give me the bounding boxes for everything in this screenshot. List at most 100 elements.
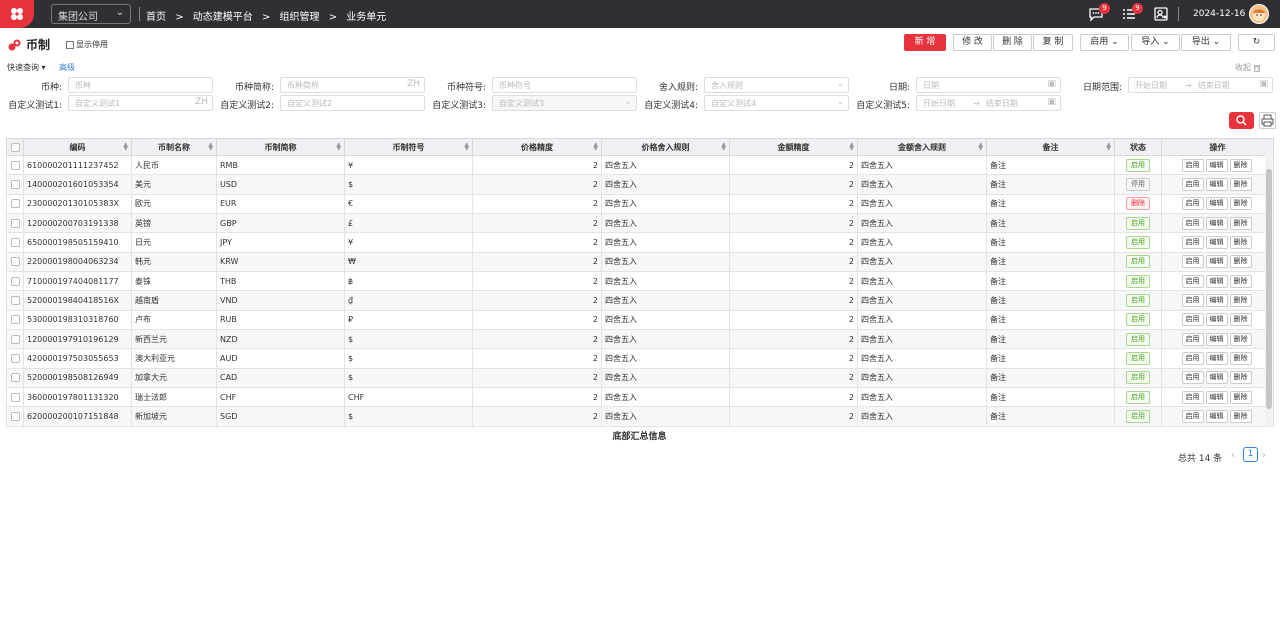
- row-delete-button[interactable]: 删除: [1229, 274, 1252, 288]
- table-row[interactable]: 140000201601053354 美元 USD $2 四舍五入 2 四舍五入 备注 停用 启用…: [6, 174, 1274, 195]
- custom5-date-range[interactable]: 开始日期 → 结束日期 ▣: [916, 95, 1061, 111]
- sort-icon[interactable]: ▲ ▼: [1106, 142, 1111, 152]
- row-select-cell[interactable]: [6, 251, 24, 273]
- custom3-select[interactable]: 自定义测试3 ⌄: [492, 95, 637, 111]
- table-row[interactable]: 610000201111237452 人民币 RMB ¥2 四舍五入 2 四舍五入 备注 启用启…: [6, 154, 1274, 176]
- date-range-picker[interactable]: 开始日期 → 结束日期 ▣: [1128, 77, 1273, 93]
- sort-icon[interactable]: ▲ ▼: [464, 142, 469, 152]
- col-code[interactable]: 编码 ▲ ▼: [23, 138, 132, 156]
- table-row[interactable]: 420000197503055653 澳大利亚元 AUD $2 四舍五入 2 四舍五入 备注启…: [6, 348, 1274, 369]
- breadcrumb-platform[interactable]: 动态建模平台: [193, 12, 253, 23]
- row-enable-button[interactable]: 启用: [1181, 390, 1204, 404]
- row-edit-button[interactable]: 编辑: [1205, 371, 1228, 385]
- row-delete-button[interactable]: 删除: [1229, 390, 1252, 404]
- col-price-round[interactable]: 价格舍入规则 ▲ ▼: [601, 138, 730, 156]
- row-checkbox[interactable]: [10, 257, 20, 267]
- next-page-icon[interactable]: ›: [1262, 450, 1266, 461]
- row-delete-button[interactable]: 删除: [1229, 410, 1252, 424]
- row-enable-button[interactable]: 启用: [1181, 274, 1204, 288]
- row-delete-button[interactable]: 删除: [1229, 216, 1252, 230]
- copy-button[interactable]: 复 制: [1033, 34, 1073, 51]
- date-picker[interactable]: 日期 ▣: [916, 77, 1061, 93]
- row-checkbox[interactable]: [10, 160, 20, 170]
- round-select[interactable]: 舍入规则 ⌄: [704, 77, 849, 93]
- row-edit-button[interactable]: 编辑: [1205, 332, 1228, 346]
- delete-button[interactable]: 删 除: [993, 34, 1032, 51]
- quick-search-toggle[interactable]: 快速查询 ▾: [7, 62, 46, 73]
- table-row[interactable]: 52000019840418516X 越南盾 VND ₫ 2 四舍五入 2 四舍五入 备注 启用启…: [6, 290, 1274, 311]
- row-delete-button[interactable]: 删除: [1229, 332, 1252, 346]
- col-abbr[interactable]: 币制简称 ▲ ▼: [216, 138, 345, 156]
- row-select-cell[interactable]: [6, 309, 24, 331]
- col-remark[interactable]: 备注 ▲ ▼: [986, 138, 1115, 156]
- row-select-cell[interactable]: [6, 193, 24, 215]
- row-edit-button[interactable]: 编辑: [1205, 216, 1228, 230]
- currency-input[interactable]: 币种: [68, 77, 213, 93]
- symbol-input[interactable]: 币种符号: [492, 77, 637, 93]
- row-edit-button[interactable]: 编辑: [1205, 158, 1228, 172]
- row-delete-button[interactable]: 删除: [1229, 158, 1252, 172]
- row-select-cell[interactable]: [6, 271, 24, 292]
- prev-page-icon[interactable]: ‹: [1231, 450, 1235, 461]
- col-price-precision[interactable]: 价格精度 ▲ ▼: [472, 138, 602, 156]
- row-enable-button[interactable]: 启用: [1181, 255, 1204, 269]
- row-delete-button[interactable]: 删除: [1229, 371, 1252, 385]
- row-select-cell[interactable]: [6, 406, 24, 427]
- sort-icon[interactable]: ▲ ▼: [593, 142, 598, 152]
- row-enable-button[interactable]: 启用: [1181, 178, 1204, 192]
- row-select-cell[interactable]: [6, 174, 24, 195]
- row-enable-button[interactable]: 启用: [1181, 197, 1204, 211]
- row-select-cell[interactable]: [6, 367, 24, 389]
- row-checkbox[interactable]: [10, 238, 20, 248]
- col-amount-round[interactable]: 金额舍入规则 ▲ ▼: [857, 138, 987, 156]
- col-symbol[interactable]: 币制符号 ▲ ▼: [344, 138, 473, 156]
- custom4-select[interactable]: 自定义测试4 ⌄: [704, 95, 849, 111]
- col-amount-precision[interactable]: 金额精度 ▲ ▼: [729, 138, 858, 156]
- row-select-cell[interactable]: [6, 387, 24, 408]
- search-button[interactable]: [1229, 112, 1254, 129]
- sort-icon[interactable]: ▲ ▼: [721, 142, 726, 152]
- table-row[interactable]: 120000197910196129 新西兰元 NZD $2 四舍五入 2 四舍五入 备注 启用…: [6, 329, 1274, 350]
- row-delete-button[interactable]: 删除: [1229, 352, 1252, 366]
- sort-icon[interactable]: ▲ ▼: [978, 142, 983, 152]
- row-edit-button[interactable]: 编辑: [1205, 274, 1228, 288]
- custom2-input[interactable]: 自定义测试2: [280, 95, 425, 111]
- export-dropdown-button[interactable]: 导出 ⌄: [1181, 34, 1231, 51]
- row-delete-button[interactable]: 删除: [1229, 236, 1252, 250]
- refresh-button[interactable]: ↻: [1238, 34, 1275, 51]
- task-list-button[interactable]: 9: [1121, 3, 1143, 22]
- sort-icon[interactable]: ▲ ▼: [208, 142, 213, 152]
- scrollbar-thumb[interactable]: [1266, 169, 1272, 409]
- row-edit-button[interactable]: 编辑: [1205, 410, 1228, 424]
- row-enable-button[interactable]: 启用: [1181, 332, 1204, 346]
- collapse-link[interactable]: 收起 ▲: [1235, 62, 1261, 73]
- app-logo[interactable]: [0, 0, 34, 28]
- row-enable-button[interactable]: 启用: [1181, 158, 1204, 172]
- print-button[interactable]: [1259, 112, 1276, 129]
- table-row[interactable]: 360000197801131320 瑞士法郎 CHF CHF 2 四舍五入 2 四舍五入 备注…: [6, 387, 1274, 408]
- row-checkbox[interactable]: [10, 373, 20, 383]
- row-edit-button[interactable]: 编辑: [1205, 178, 1228, 192]
- table-row[interactable]: 520000198508126949 加拿大元 CAD $2 四舍五入 2 四舍五入 备注 启用…: [6, 367, 1274, 389]
- row-enable-button[interactable]: 启用: [1181, 410, 1204, 424]
- row-enable-button[interactable]: 启用: [1181, 313, 1204, 327]
- col-name[interactable]: 币制名称 ▲ ▼: [131, 138, 217, 156]
- row-select-cell[interactable]: [6, 213, 24, 234]
- message-button[interactable]: 9: [1088, 3, 1110, 22]
- row-enable-button[interactable]: 启用: [1181, 216, 1204, 230]
- table-row[interactable]: 650000198505159410 日元 JPY ¥2 四舍五入 2 四舍五入 备注 启用 启用…: [6, 232, 1274, 253]
- row-edit-button[interactable]: 编辑: [1205, 294, 1228, 308]
- page-number-current[interactable]: 1: [1243, 447, 1258, 462]
- row-checkbox[interactable]: [10, 180, 20, 190]
- row-delete-button[interactable]: 删除: [1229, 294, 1252, 308]
- breadcrumb-home[interactable]: 首页: [146, 12, 166, 23]
- breadcrumb-org[interactable]: 组织管理: [280, 12, 320, 23]
- row-enable-button[interactable]: 启用: [1181, 236, 1204, 250]
- row-edit-button[interactable]: 编辑: [1205, 236, 1228, 250]
- edit-button[interactable]: 修 改: [953, 34, 992, 51]
- advanced-link[interactable]: 高级: [59, 62, 75, 73]
- row-edit-button[interactable]: 编辑: [1205, 197, 1228, 211]
- row-checkbox[interactable]: [10, 296, 20, 306]
- table-row[interactable]: 530000198310318760 卢布 RUB ₽2 四舍五入 2 四舍五入 备注 启用 启用…: [6, 309, 1274, 331]
- row-edit-button[interactable]: 编辑: [1205, 255, 1228, 269]
